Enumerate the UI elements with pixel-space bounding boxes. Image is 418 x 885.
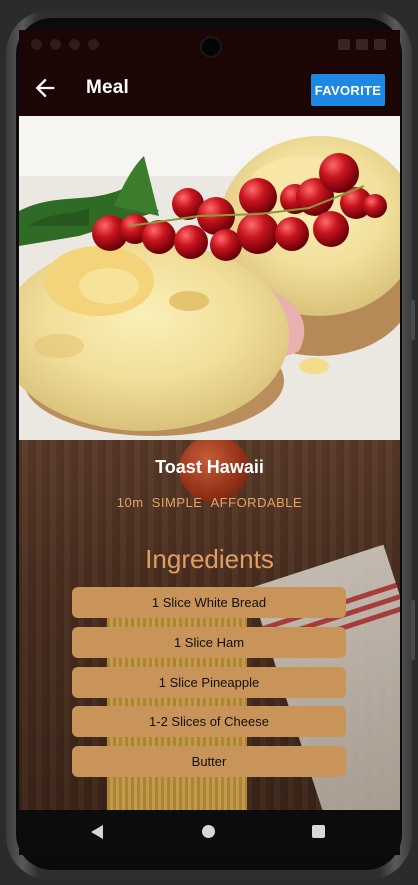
ingredients-heading: Ingredients — [145, 544, 274, 574]
duration-text: 10m — [116, 495, 144, 510]
ingredient-item: Butter — [72, 746, 346, 777]
power-button — [411, 600, 415, 660]
status-icons-left — [31, 39, 99, 50]
notification-icon — [69, 39, 80, 50]
favorite-button[interactable]: FAVORITE — [311, 74, 385, 106]
volume-button — [411, 300, 415, 340]
front-camera — [200, 36, 222, 58]
recents-square-icon[interactable] — [312, 825, 325, 838]
notification-icon — [31, 39, 42, 50]
notification-icon — [88, 39, 99, 50]
meal-image — [19, 116, 400, 440]
signal-icon — [356, 39, 368, 50]
status-bar — [19, 30, 400, 60]
arrow-left-icon[interactable] — [31, 74, 59, 102]
ingredient-item: 1 Slice White Bread — [72, 587, 346, 618]
ingredient-item: 1-2 Slices of Cheese — [72, 706, 346, 737]
toast-hawaii-photo — [19, 116, 400, 440]
wifi-icon — [338, 39, 350, 50]
status-icons-right — [338, 39, 386, 50]
page-title: Meal — [86, 77, 130, 98]
app-screen: Meal FAVORITE Toast Hawaii 10m SIMPLE AF… — [19, 30, 400, 855]
back-triangle-icon[interactable] — [91, 825, 103, 839]
system-nav-bar — [19, 810, 400, 855]
battery-icon — [374, 39, 386, 50]
app-bar: Meal FAVORITE — [19, 60, 400, 116]
complexity-text: SIMPLE — [151, 495, 203, 510]
meal-meta: 10m SIMPLE AFFORDABLE — [19, 495, 400, 510]
affordability-text: AFFORDABLE — [210, 495, 303, 510]
home-circle-icon[interactable] — [202, 825, 215, 838]
ingredient-item: 1 Slice Ham — [72, 627, 346, 658]
pasta-decoration — [107, 590, 247, 810]
ingredient-item: 1 Slice Pineapple — [72, 667, 346, 698]
meal-details: Toast Hawaii 10m SIMPLE AFFORDABLE Ingre… — [19, 440, 400, 810]
meal-title: Toast Hawaii — [155, 457, 264, 477]
notification-icon — [50, 39, 61, 50]
